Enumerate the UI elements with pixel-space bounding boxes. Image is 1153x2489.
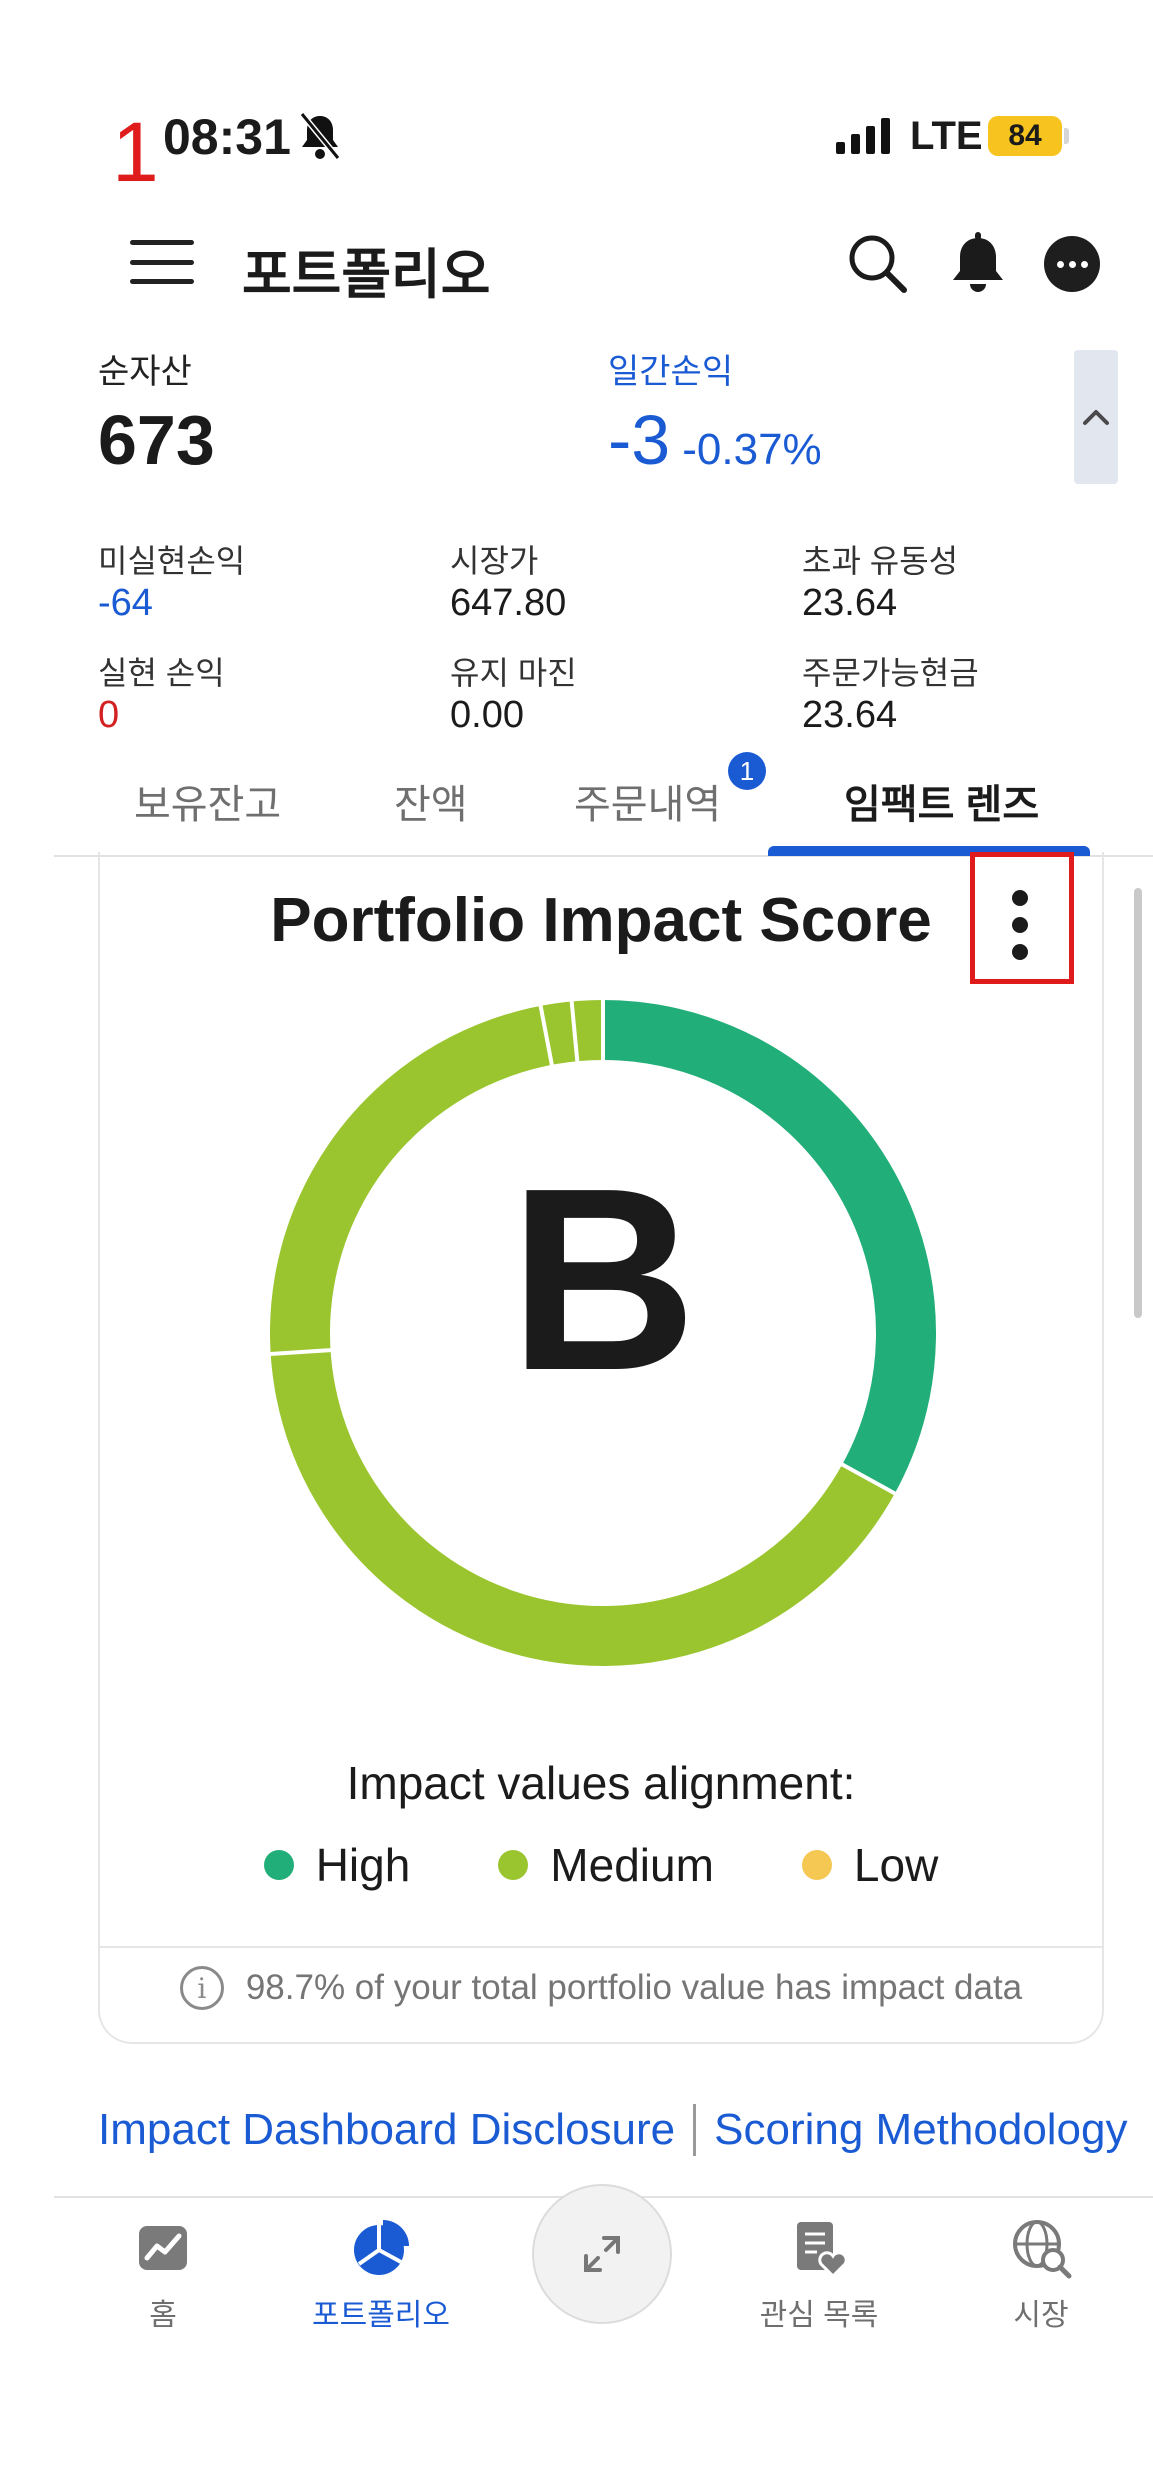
realized-pl-value: 0 bbox=[98, 694, 120, 736]
coverage-note-text: 98.7% of your total portfolio value has … bbox=[245, 1968, 1023, 2007]
daily-pl-percent: -0.37% bbox=[682, 425, 822, 474]
chevron-up-icon bbox=[1083, 410, 1109, 425]
nav-portfolio[interactable]: 포트폴리오 bbox=[296, 2216, 466, 2334]
step-annotation-number: 1 bbox=[112, 105, 159, 199]
expand-toggle-button[interactable] bbox=[532, 2184, 672, 2324]
market-value-label: 시장가 bbox=[450, 543, 539, 579]
tab-orders[interactable]: 주문내역 bbox=[574, 772, 721, 830]
nav-watchlist-label: 관심 목록 bbox=[759, 2299, 879, 2332]
excess-liquidity-label: 초과 유동성 bbox=[802, 543, 959, 579]
legend-label-medium: Medium bbox=[550, 1839, 714, 1891]
net-assets-label: 순자산 bbox=[98, 353, 192, 391]
scoring-methodology-link[interactable]: Scoring Methodology bbox=[714, 2105, 1127, 2155]
info-icon[interactable]: i bbox=[179, 1966, 224, 2010]
legend-item-low: Low bbox=[801, 1838, 939, 1892]
legend-dot-medium bbox=[498, 1850, 529, 1880]
impact-card-title: Portfolio Impact Score bbox=[270, 886, 932, 955]
nav-watchlist[interactable]: 관심 목록 bbox=[734, 2216, 904, 2334]
network-type: LTE bbox=[910, 114, 983, 158]
impact-grade: B bbox=[509, 1135, 697, 1425]
impact-coverage-note: i 98.7% of your total portfolio value ha… bbox=[100, 1966, 1102, 2010]
nav-home[interactable]: 홈 bbox=[78, 2216, 248, 2334]
nav-home-label: 홈 bbox=[149, 2299, 177, 2332]
legend-dot-low bbox=[801, 1850, 832, 1880]
page-title: 포트폴리오 bbox=[242, 245, 491, 305]
hamburger-menu-icon[interactable] bbox=[130, 240, 194, 284]
collapse-summary-button[interactable] bbox=[1074, 350, 1118, 484]
notification-bell-icon[interactable] bbox=[948, 230, 1008, 294]
orders-badge: 1 bbox=[728, 752, 766, 790]
nav-portfolio-label: 포트폴리오 bbox=[312, 2299, 450, 2332]
battery-tip bbox=[1064, 128, 1069, 144]
legend-label-high: High bbox=[315, 1839, 411, 1891]
nav-market[interactable]: 시장 bbox=[956, 2216, 1126, 2334]
card-menu-kebab-icon[interactable] bbox=[1006, 890, 1034, 960]
nav-market-label: 시장 bbox=[1013, 2299, 1069, 2332]
status-time: 08:31 bbox=[163, 109, 291, 165]
portfolio-pie-icon bbox=[354, 2220, 409, 2275]
maintenance-margin-label: 유지 마진 bbox=[450, 655, 577, 691]
tab-impact-lens[interactable]: 임팩트 렌즈 bbox=[844, 772, 1039, 830]
impact-disclosure-link[interactable]: Impact Dashboard Disclosure bbox=[98, 2105, 675, 2155]
daily-pl-label: 일간손익 bbox=[608, 353, 734, 391]
tab-holdings[interactable]: 보유잔고 bbox=[134, 772, 281, 830]
legend-item-high: High bbox=[263, 1838, 411, 1892]
home-chart-icon bbox=[139, 2226, 187, 2270]
battery-level: 84 bbox=[988, 116, 1062, 156]
tab-balance[interactable]: 잔액 bbox=[394, 772, 468, 830]
excess-liquidity-value: 23.64 bbox=[802, 582, 898, 624]
scrollbar[interactable] bbox=[1134, 888, 1142, 1318]
search-icon[interactable] bbox=[846, 232, 908, 294]
expand-arrows-icon bbox=[584, 2236, 620, 2272]
daily-pl: -3 -0.37% bbox=[608, 400, 822, 480]
available-cash-label: 주문가능현금 bbox=[802, 655, 979, 691]
unrealized-pl-label: 미실현손익 bbox=[98, 543, 246, 579]
legend-label-low: Low bbox=[853, 1839, 939, 1891]
realized-pl-label: 실현 손익 bbox=[98, 655, 225, 691]
market-globe-icon bbox=[1013, 2220, 1072, 2279]
signal-strength-icon bbox=[836, 118, 890, 154]
legend-item-medium: Medium bbox=[498, 1838, 714, 1892]
more-options-icon[interactable] bbox=[1044, 236, 1100, 292]
chart-legend: High Medium Low bbox=[98, 1838, 1104, 1892]
daily-pl-value: -3 bbox=[608, 401, 671, 479]
watchlist-icon bbox=[797, 2222, 848, 2279]
net-assets-value: 673 bbox=[98, 401, 215, 479]
alignment-label: Impact values alignment: bbox=[346, 1757, 856, 1809]
card-footer-divider bbox=[100, 1946, 1102, 1948]
unrealized-pl-value: -64 bbox=[98, 582, 153, 624]
market-value-value: 647.80 bbox=[450, 582, 567, 624]
disclosure-links: Impact Dashboard Disclosure Scoring Meth… bbox=[98, 2104, 1128, 2156]
maintenance-margin-value: 0.00 bbox=[450, 694, 524, 736]
legend-dot-high bbox=[263, 1850, 294, 1880]
available-cash-value: 23.64 bbox=[802, 694, 898, 736]
link-separator bbox=[693, 2104, 697, 2156]
bell-muted-icon bbox=[299, 112, 341, 160]
